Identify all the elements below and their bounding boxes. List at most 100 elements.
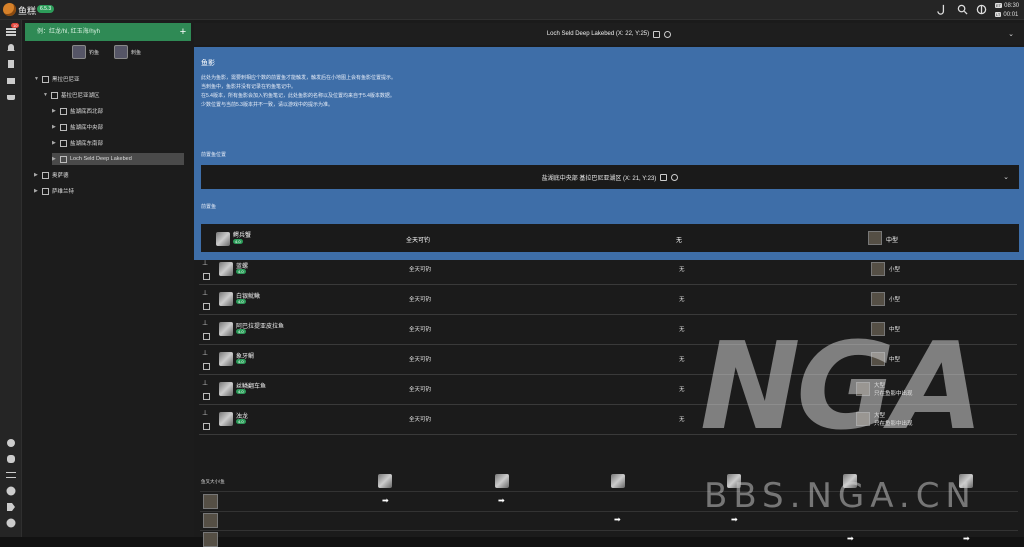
tree-item[interactable]: ▼ 基拉巴尼亚湖区 [43, 89, 100, 101]
tree-checkbox[interactable] [60, 155, 67, 163]
add-icon[interactable]: + [177, 26, 189, 38]
predator-fish-row[interactable]: 鳄兵蟹 4.0 全天可钓 无 中型 [201, 224, 1019, 252]
tree-label: 盐湖底西北部 [70, 109, 104, 115]
tree-item-selected[interactable]: ▶ Loch Seld Deep Lakebed [52, 153, 184, 165]
settings-icon[interactable] [6, 438, 16, 448]
fish-checkbox[interactable] [203, 303, 210, 310]
list-icon[interactable] [6, 27, 16, 37]
panel-description: 此处为鱼影，需要刺相应个数的前置鱼才能触发，触发后在小地图上会有鱼影位置提示。 … [201, 74, 396, 110]
panel-title: 鱼影 [201, 60, 215, 67]
database-icon[interactable] [6, 454, 16, 464]
tree-checkbox[interactable] [42, 187, 49, 195]
tree-item[interactable]: ▶ 盐湖底中央部 [52, 121, 103, 133]
tree-label: 奥萨德 [52, 173, 69, 179]
fish-icon [216, 232, 230, 246]
info-icon[interactable] [6, 518, 16, 528]
list-item[interactable]: ⊥ 浊龙 4.0 全天可钓 无 大型 只在鱼影中出现 [199, 406, 1017, 435]
chevron-down-icon[interactable]: ⌄ [1003, 173, 1009, 181]
tree-checkbox[interactable] [60, 107, 67, 115]
list-item[interactable]: ⊥ 丝鳞翻车鱼 4.0 全天可钓 无 大型 只在鱼影中出现 [199, 376, 1017, 405]
tree-checkbox[interactable] [51, 91, 58, 99]
hook-icon[interactable] [937, 4, 948, 15]
fish-weather: 无 [679, 417, 685, 423]
pot-icon[interactable] [6, 91, 16, 101]
list-item[interactable]: ⊥ 阿巴拉提亚皮拉鱼 4.0 全天可钓 无 中型 [199, 316, 1017, 345]
fishing-icon [72, 45, 86, 59]
gig-size-grid: 鱼叉大小\鱼 ➡ ➡ ➡ ➡ ➡ ➡ [194, 452, 1024, 547]
arrow-right-icon: ➡ [614, 515, 621, 524]
desc-line: 此处为鱼影，需要刺相应个数的前置鱼才能触发，触发后在小地图上会有鱼影位置提示。 [201, 75, 397, 81]
fish-size: 大型 [874, 383, 886, 389]
fish-checkbox[interactable] [203, 363, 210, 370]
tree-item[interactable]: ▼ 黑拉巴尼亚 [34, 73, 80, 85]
fish-size: 小型 [889, 267, 901, 273]
fish-level: 4.0 [233, 239, 243, 244]
tree-item[interactable]: ▶ 盐湖底东南部 [52, 137, 103, 149]
fish-icon [727, 474, 741, 488]
link-icon[interactable] [671, 173, 679, 181]
fish-size: 中型 [886, 238, 899, 244]
notebook-icon[interactable] [6, 59, 16, 69]
tree-checkbox[interactable] [60, 123, 67, 131]
fish-weather: 无 [679, 327, 685, 333]
list-item[interactable]: ⊥ 白银鱿鳅 4.0 全天可钓 无 小型 [199, 286, 1017, 315]
tree-checkbox[interactable] [42, 171, 49, 179]
fish-size: 中型 [889, 357, 901, 363]
chevron-down-icon[interactable]: ⌄ [1008, 30, 1014, 38]
arrow-right-icon: ➡ [731, 515, 738, 524]
app-logo-icon [3, 3, 16, 16]
tree-checkbox[interactable] [42, 75, 49, 83]
nav-rail [0, 20, 22, 537]
fish-checkbox[interactable] [203, 273, 210, 280]
tree-item[interactable]: ▶ 盐湖底西北部 [52, 105, 103, 117]
fish-time: 全天可钓 [409, 267, 432, 273]
tree-item[interactable]: ▶ 萨维兰特 [34, 185, 74, 197]
list-item[interactable]: ⊥ 蓝螺 4.0 全天可钓 无 小型 [199, 256, 1017, 285]
gig-icon [868, 231, 882, 245]
notification-badge: 10 [11, 23, 20, 28]
pred-label: 前置鱼 [201, 204, 217, 210]
filter-fishing-button[interactable]: 钓鱼 [72, 44, 99, 60]
gig-icon [871, 352, 885, 366]
tree-item[interactable]: ▶ 奥萨德 [34, 169, 69, 181]
predator-location-title: 盐湖底中央部 基拉巴尼亚湖区 (X: 21, Y:23) [541, 175, 657, 182]
fish-weather: 无 [679, 267, 685, 273]
pin-icon[interactable]: ⊥ [202, 289, 208, 297]
pin-icon[interactable]: ⊥ [202, 409, 208, 417]
tree-label: 盐湖底中央部 [70, 125, 104, 131]
fish-checkbox[interactable] [203, 393, 210, 400]
fish-checkbox[interactable] [203, 423, 210, 430]
tag-icon[interactable] [6, 502, 16, 512]
link-icon[interactable] [664, 30, 672, 38]
copy-icon[interactable] [660, 173, 668, 181]
fish-checkbox[interactable] [203, 333, 210, 340]
bag-icon[interactable] [6, 75, 16, 85]
fish-icon [843, 474, 857, 488]
filter-spearfishing-label: 刺鱼 [131, 49, 142, 56]
lt-label: LT [995, 12, 1002, 17]
tree-checkbox[interactable] [60, 139, 67, 147]
fish-size: 大型 [874, 413, 886, 419]
fish-size: 中型 [889, 327, 901, 333]
pin-icon[interactable]: ⊥ [202, 259, 208, 267]
sliders-icon[interactable] [6, 470, 16, 480]
filter-spearfishing-button[interactable]: 刺鱼 [114, 44, 141, 60]
search-icon[interactable] [957, 4, 968, 15]
theme-toggle-icon[interactable] [976, 4, 987, 15]
fish-size: 小型 [889, 297, 901, 303]
pin-icon[interactable]: ⊥ [202, 349, 208, 357]
fish-time: 全天可钓 [409, 297, 432, 303]
copy-icon[interactable] [653, 30, 661, 38]
search-input[interactable] [27, 25, 177, 39]
pin-icon[interactable]: ⊥ [202, 379, 208, 387]
fish-level: 4.0 [236, 419, 246, 424]
tree-label: 基拉巴尼亚湖区 [61, 93, 100, 99]
top-bar: 鱼糕 6.5.3 ET 08:30 LT 00:01 [0, 0, 1024, 20]
bell-icon[interactable] [6, 43, 16, 53]
fish-icon [219, 382, 233, 396]
gig-icon [203, 513, 218, 528]
pin-icon[interactable]: ⊥ [202, 319, 208, 327]
help-icon[interactable] [6, 486, 16, 496]
list-item[interactable]: ⊥ 象牙鲷 4.0 全天可钓 无 中型 [199, 346, 1017, 375]
pos-label: 前置鱼位置 [201, 152, 227, 158]
